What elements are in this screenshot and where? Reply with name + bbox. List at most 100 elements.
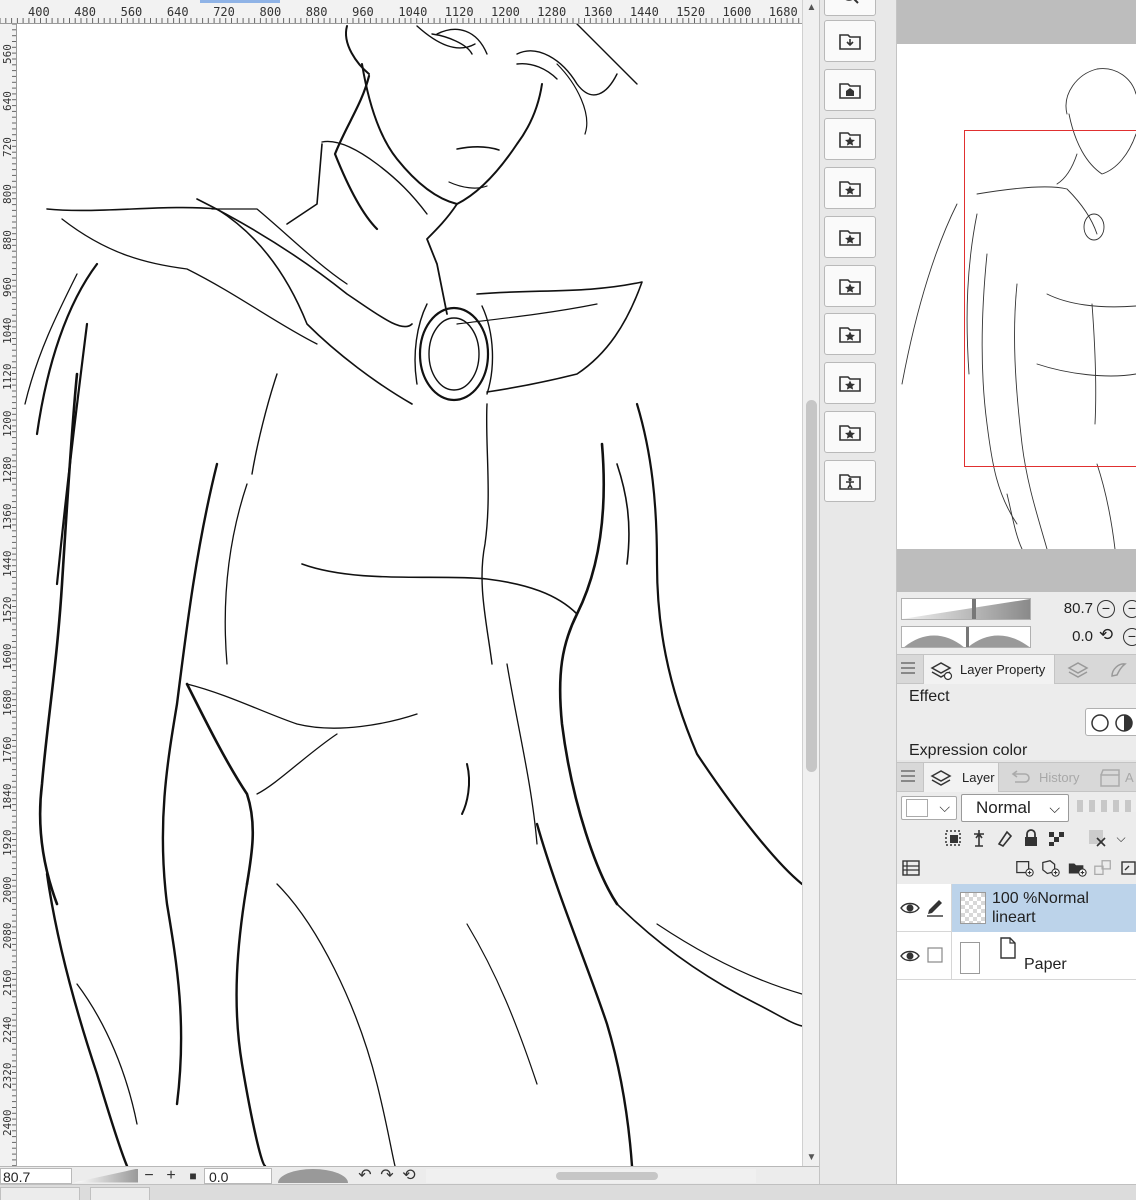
rotation-input[interactable]: 0.0 [204, 1167, 272, 1185]
material-folder-button[interactable] [824, 117, 876, 160]
layer-property-icon [930, 661, 953, 680]
zoom-input[interactable]: 80.7 [0, 1167, 72, 1185]
star-folder-icon [839, 229, 861, 246]
ruler-label: 1120 [1, 363, 14, 391]
tab-layer-search[interactable] [1061, 655, 1097, 684]
hscroll-thumb[interactable] [556, 1171, 658, 1180]
ruler-label: 2080 [1, 922, 14, 950]
tab-animation[interactable]: A [1093, 763, 1136, 792]
mask-icon[interactable] [1087, 828, 1107, 848]
scrollbar-thumb[interactable] [806, 400, 817, 772]
lock-icon[interactable] [1021, 828, 1041, 848]
ruler-label: 800 [259, 5, 282, 19]
material-folder-button[interactable] [824, 362, 876, 405]
stop-button[interactable]: ■ [182, 1168, 204, 1184]
layer-menu-icon[interactable] [901, 858, 921, 878]
status-tab[interactable] [0, 1187, 80, 1200]
zoom-in-icon[interactable]: − [1123, 600, 1136, 618]
panel-menu-icon[interactable] [901, 770, 915, 784]
tab-layer[interactable]: Layer [923, 763, 999, 792]
rotation-slider[interactable] [278, 1168, 348, 1183]
ruler-label: 960 [1, 277, 14, 297]
layer-thumbnail [960, 892, 986, 924]
ruler-label: 1680 [768, 5, 798, 19]
status-tab[interactable] [90, 1187, 150, 1200]
navigator-rotation-slider[interactable] [901, 626, 1031, 648]
star-folder-icon [839, 376, 861, 393]
ruler-label: 1520 [1, 596, 14, 624]
new-vector-layer-icon[interactable] [1041, 858, 1061, 878]
material-folder-button[interactable] [824, 215, 876, 258]
search-button[interactable] [824, 0, 876, 16]
reference-layer-icon[interactable] [969, 828, 989, 848]
new-folder-icon[interactable] [1067, 858, 1087, 878]
material-folder-button[interactable] [824, 411, 876, 454]
drawing-canvas[interactable] [17, 24, 802, 1166]
layer-panel: ⌵ Normal ⌵ ⌵ 100 %Normal lineart Paper [897, 792, 1136, 1184]
zoom-in-button[interactable]: + [160, 1167, 182, 1184]
ruler-label: 480 [74, 5, 96, 19]
tab-color[interactable] [1101, 655, 1136, 684]
navigator-rotation-value[interactable]: 0.0 [1039, 628, 1093, 645]
effect-buttons[interactable] [1085, 708, 1136, 736]
eye-icon[interactable] [899, 897, 921, 919]
ruler-label: 1280 [1, 456, 14, 484]
navigator-footer [897, 549, 1136, 592]
material-folder-button[interactable] [824, 68, 876, 111]
layer-row[interactable]: 100 %Normal lineart [897, 884, 1136, 932]
merge-layer-icon[interactable] [1119, 858, 1136, 878]
material-folder-button[interactable] [824, 460, 876, 503]
pencil-icon[interactable] [925, 897, 945, 917]
tab-history[interactable]: History [1003, 763, 1091, 792]
canvas-horizontal-scrollbar[interactable] [426, 1168, 756, 1183]
ruler-label: 1360 [583, 5, 613, 19]
layer-row[interactable]: Paper [897, 932, 1136, 980]
rotate-right-button[interactable]: ↷ [376, 1167, 398, 1184]
panel-menu-icon[interactable] [901, 662, 915, 676]
zoom-out-button[interactable]: − [138, 1167, 160, 1184]
rotate-reset-icon[interactable]: ⟲ [1097, 626, 1115, 646]
ruler-label: 400 [28, 5, 50, 19]
scroll-down-arrow[interactable]: ▼ [803, 1150, 820, 1166]
draft-layer-icon[interactable] [995, 828, 1015, 848]
ruler-label: 1360 [1, 503, 14, 531]
canvas-vertical-scrollbar[interactable]: ▲ ▼ [802, 0, 819, 1166]
clip-to-layer-below-icon[interactable] [943, 828, 963, 848]
navigator-zoom-value[interactable]: 80.7 [1039, 600, 1093, 617]
ruler-label: 1440 [1, 550, 14, 577]
layer-name: Paper [1024, 956, 1067, 973]
reset-rotation-button[interactable]: ⟲ [398, 1167, 420, 1184]
slider-knob[interactable] [972, 599, 976, 619]
layer-info[interactable]: 100 %Normal lineart [951, 884, 1136, 932]
new-raster-layer-icon[interactable] [1015, 858, 1035, 878]
layer-thumbnail [960, 942, 980, 974]
scroll-up-arrow[interactable]: ▲ [803, 0, 820, 16]
navigator-preview[interactable] [897, 44, 1136, 549]
lock-transparency-icon[interactable] [1047, 828, 1067, 848]
material-folder-button[interactable] [824, 20, 876, 62]
zoom-out-icon[interactable]: − [1097, 600, 1115, 618]
layer-opacity-slider[interactable] [1077, 800, 1136, 812]
layer-info[interactable]: Paper [951, 932, 1136, 980]
tab-layer-property[interactable]: Layer Property [923, 655, 1055, 684]
layer-color-swatch[interactable]: ⌵ [901, 796, 957, 820]
rotate-icon[interactable]: − [1123, 628, 1136, 646]
rotate-left-button[interactable]: ↶ [354, 1167, 376, 1184]
ruler-label: 2000 [1, 876, 14, 903]
chevron-down-icon[interactable]: ⌵ [1111, 828, 1131, 848]
horizontal-ruler: 400 480 560 640 720 800 880 960 1040 1120 1200 1280… [0, 0, 802, 24]
ruler-label: 880 [1, 230, 14, 251]
zoom-slider[interactable] [74, 1168, 138, 1183]
ruler-label: 1840 [1, 783, 14, 810]
blend-mode-select[interactable]: Normal ⌵ [961, 794, 1069, 822]
eye-icon[interactable] [899, 945, 921, 967]
navigator-zoom-slider[interactable] [901, 598, 1031, 620]
transfer-layer-icon[interactable] [1093, 858, 1113, 878]
download-folder-icon [839, 34, 861, 50]
blend-mode-value: Normal [976, 798, 1031, 817]
material-folder-button[interactable] [824, 166, 876, 209]
checkbox-icon[interactable] [925, 945, 945, 965]
material-folder-button[interactable] [824, 264, 876, 307]
material-folder-button[interactable] [824, 313, 876, 356]
navigator-view-frame[interactable] [964, 130, 1136, 467]
